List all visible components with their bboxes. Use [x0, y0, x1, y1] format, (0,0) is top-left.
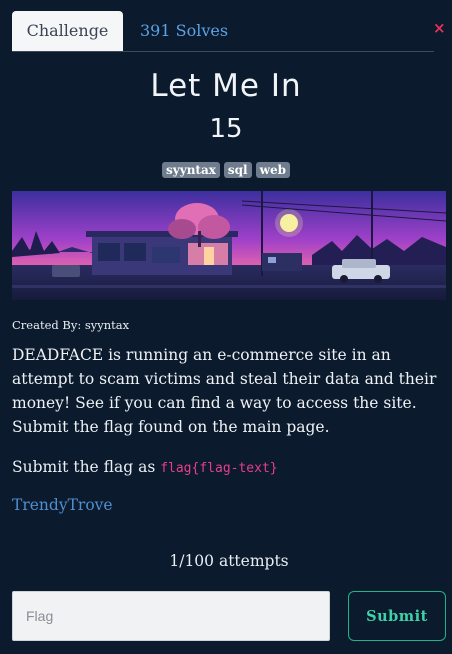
flag-input[interactable] [12, 591, 330, 641]
tag-badge: syyntax [162, 162, 220, 178]
tab-bar: Challenge 391 Solves [12, 11, 434, 52]
created-by: Created By: syyntax [12, 318, 130, 332]
flag-format-code: flag{flag-text} [160, 461, 278, 476]
attempts-counter: 1/100 attempts [169, 552, 289, 570]
challenge-description: DEADFACE is running an e-commerce site i… [12, 346, 437, 436]
tag-list: syyntax sql web [0, 162, 452, 178]
flag-format-prefix: Submit the flag as [12, 458, 161, 476]
tab-challenge[interactable]: Challenge [12, 11, 123, 51]
close-icon[interactable]: × [433, 21, 446, 36]
tab-solves[interactable]: 391 Solves [140, 11, 228, 51]
submit-button[interactable]: Submit [348, 591, 446, 641]
tag-badge: sql [223, 162, 252, 178]
challenge-title: Let Me In [150, 68, 302, 104]
challenge-points: 15 [209, 114, 243, 144]
challenge-banner-image [12, 191, 446, 300]
tag-badge: web [255, 162, 290, 178]
flag-format-line: Submit the flag as flag{flag-text} [12, 455, 278, 481]
challenge-link[interactable]: TrendyTrove [12, 496, 113, 514]
